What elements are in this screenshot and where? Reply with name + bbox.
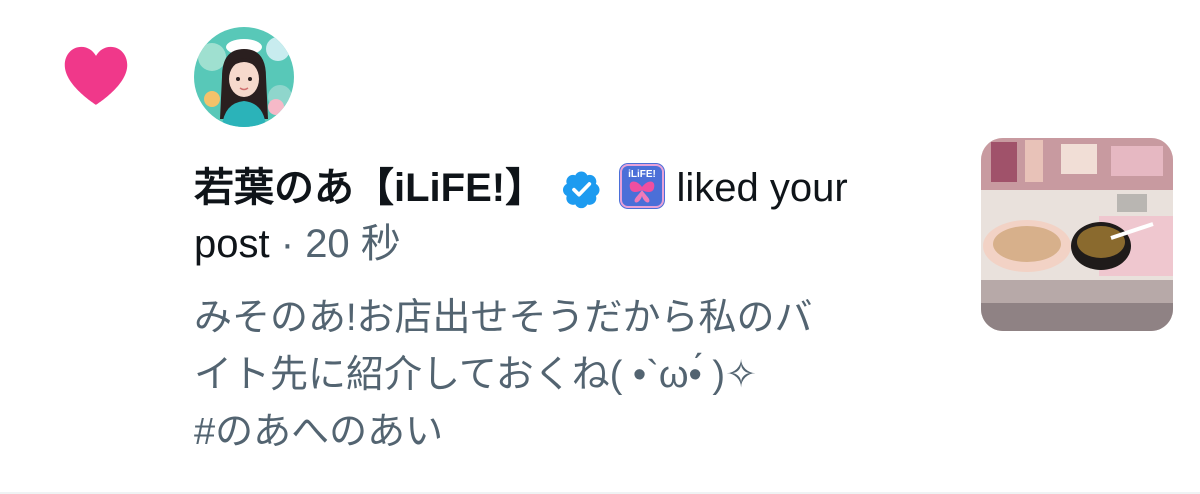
object-text[interactable]: post [194,222,270,266]
avatar-image [194,27,294,127]
post-text-line: イト先に紹介しておくね( •`ω•́ )✧ [194,354,757,396]
post-text[interactable]: みそのあ!お店出せそうだから私のバ イト先に紹介しておくね( •`ω•́ )✧ … [194,290,954,461]
action-text: liked your [676,166,848,210]
avatar[interactable] [194,27,294,127]
post-text-line: #のあへのあい [194,411,444,453]
notification-content: 若葉のあ【iLiFE!】 iLiFE! liked your post · 20… [194,160,934,461]
verified-check-icon [563,171,600,209]
post-thumbnail-image [981,138,1173,331]
author-name[interactable]: 若葉のあ【iLiFE!】 [194,166,545,210]
separator-dot: · [280,222,295,266]
ilife-butterfly-logo-icon[interactable]: iLiFE! [619,163,666,209]
heart-icon [64,46,128,105]
like-notification[interactable]: 若葉のあ【iLiFE!】 iLiFE! liked your post · 20… [0,0,1200,494]
svg-text:iLiFE!: iLiFE! [628,169,656,180]
headline: 若葉のあ【iLiFE!】 iLiFE! liked your post · 20… [194,160,934,272]
post-thumbnail[interactable] [981,138,1173,331]
post-text-line: みそのあ!お店出せそうだから私のバ [194,297,813,339]
timestamp: 20 秒 [305,222,401,266]
